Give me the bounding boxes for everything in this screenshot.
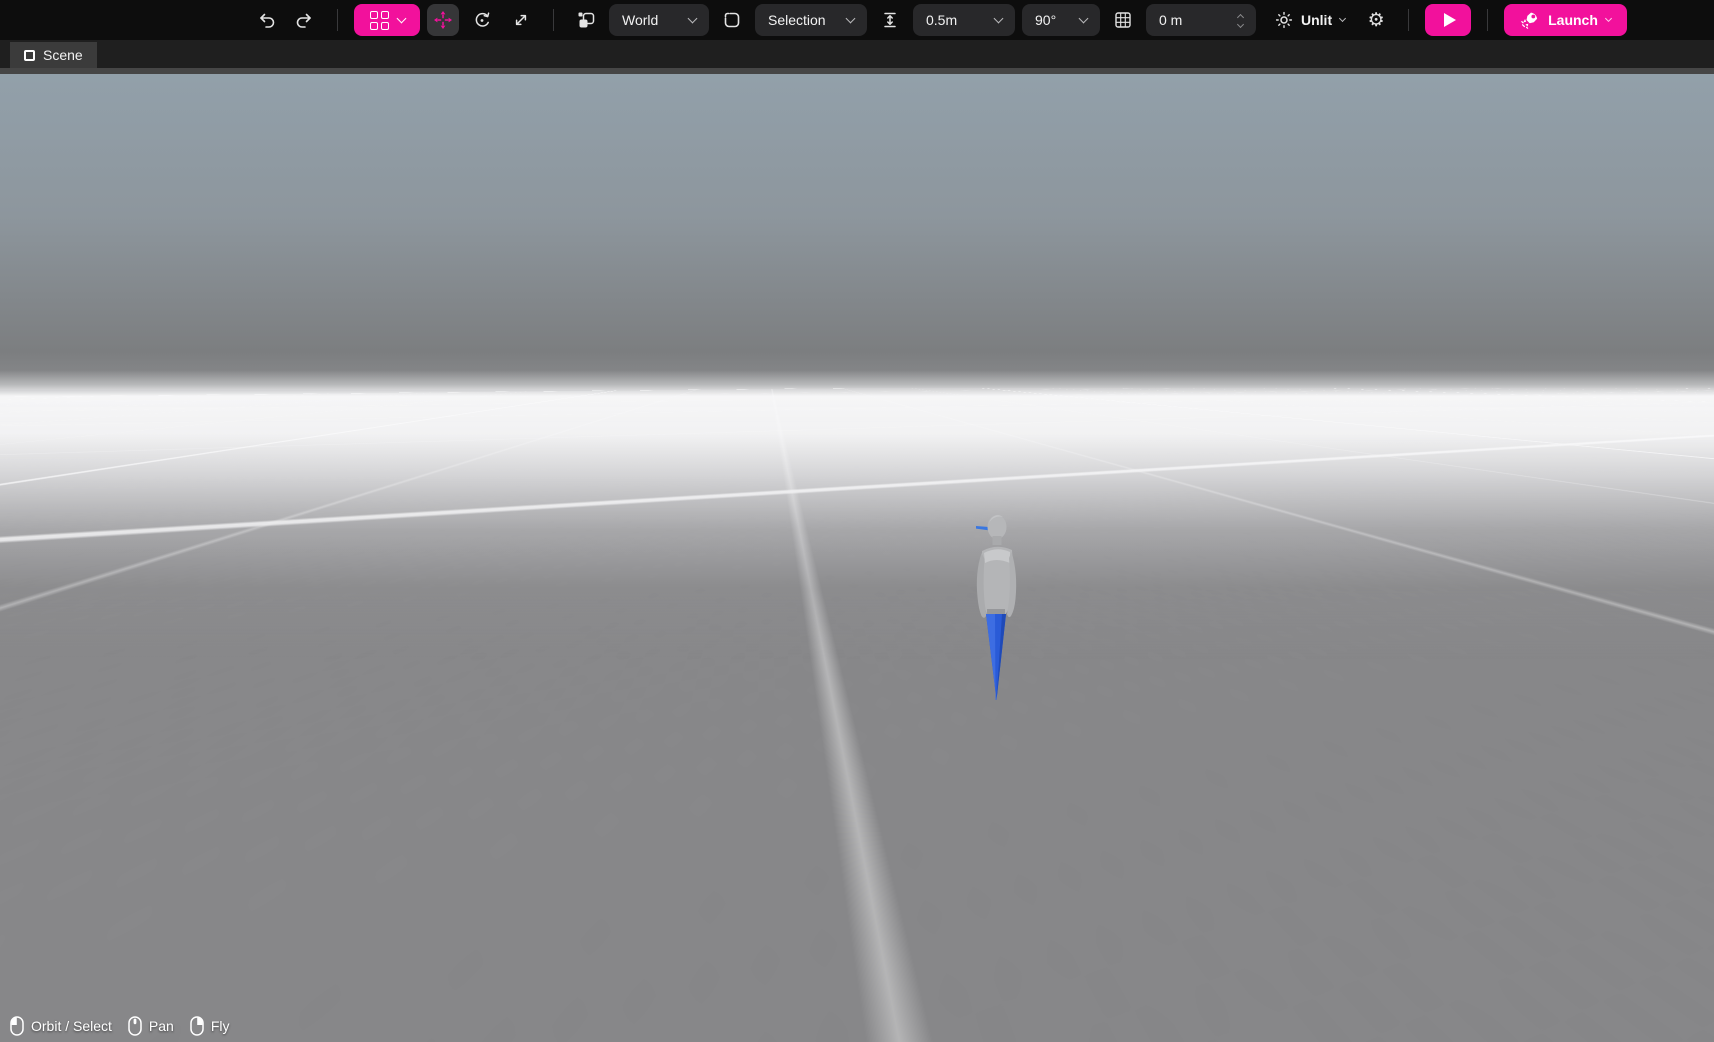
hint-fly: Fly xyxy=(190,1016,230,1036)
tab-scene[interactable]: Scene xyxy=(10,42,97,68)
move-tool-icon xyxy=(433,10,453,30)
launch-button[interactable]: Launch xyxy=(1504,4,1627,36)
snap-settings-button[interactable] xyxy=(354,4,420,36)
translate-snap-icon xyxy=(881,11,899,29)
play-icon xyxy=(1444,13,1456,27)
viewport-sky xyxy=(0,74,1714,390)
tab-bar: Scene xyxy=(0,40,1714,68)
pivot-dropdown[interactable]: Selection xyxy=(755,4,867,36)
hint-label: Orbit / Select xyxy=(31,1018,112,1034)
scene-tab-icon xyxy=(24,50,35,61)
character-model[interactable] xyxy=(966,511,1024,707)
stepper-arrows xyxy=(1238,13,1243,27)
pivot-mode-button[interactable] xyxy=(716,4,748,36)
viewport-controls-hints: Orbit / Select Pan Fly xyxy=(10,1016,230,1036)
chevron-down-icon xyxy=(994,13,1004,23)
chevron-down-icon xyxy=(688,13,698,23)
gear-icon: ⚙ xyxy=(1368,11,1385,30)
pivot-icon xyxy=(723,11,741,29)
chevron-down-icon xyxy=(1079,13,1089,23)
scene-viewport[interactable]: Orbit / Select Pan Fly xyxy=(0,74,1714,1042)
toolbar-separator xyxy=(553,9,554,31)
transform-space-icon xyxy=(577,11,595,29)
toolbar-separator xyxy=(337,9,338,31)
space-dropdown-value: World xyxy=(622,12,658,28)
launch-button-label: Launch xyxy=(1548,12,1598,28)
translate-snap-dropdown[interactable]: 0.5m xyxy=(913,4,1015,36)
grid-offset-value: 0 m xyxy=(1159,12,1182,28)
middle-mouse-icon xyxy=(128,1016,142,1036)
play-button[interactable] xyxy=(1425,4,1471,36)
rotate-snap-dropdown[interactable]: 90° xyxy=(1022,4,1100,36)
viewport-ground-grid xyxy=(0,388,1714,1042)
toolbar-separator xyxy=(1487,9,1488,31)
view-mode-dropdown[interactable]: Unlit xyxy=(1267,4,1353,36)
grid-settings-button[interactable] xyxy=(1107,4,1139,36)
redo-icon xyxy=(296,11,314,29)
translate-snap-button[interactable] xyxy=(874,4,906,36)
pivot-dropdown-value: Selection xyxy=(768,12,826,28)
scene-tab-label: Scene xyxy=(43,47,83,63)
main-toolbar: World Selection xyxy=(0,0,1714,40)
move-tool-button[interactable] xyxy=(427,4,459,36)
scale-tool-button[interactable] xyxy=(505,4,537,36)
hint-label: Fly xyxy=(211,1018,230,1034)
chevron-down-icon xyxy=(396,13,406,23)
snap-grid-icon xyxy=(370,11,389,30)
hint-pan: Pan xyxy=(128,1016,174,1036)
translate-snap-value: 0.5m xyxy=(926,12,957,28)
rotate-tool-button[interactable] xyxy=(466,4,498,36)
rotate-tool-icon xyxy=(473,11,491,29)
toolbar-separator xyxy=(1408,9,1409,31)
redo-button[interactable] xyxy=(289,4,321,36)
chevron-down-icon xyxy=(1237,21,1244,28)
chevron-down-icon xyxy=(1605,14,1612,21)
right-mouse-icon xyxy=(190,1016,204,1036)
chevron-down-icon xyxy=(1339,14,1346,21)
undo-button[interactable] xyxy=(250,4,282,36)
left-mouse-icon xyxy=(10,1016,24,1036)
undo-icon xyxy=(257,11,275,29)
chevron-down-icon xyxy=(846,13,856,23)
rotate-snap-value: 90° xyxy=(1035,12,1056,28)
settings-button[interactable]: ⚙ xyxy=(1360,4,1392,36)
view-mode-value: Unlit xyxy=(1301,12,1332,28)
grid-offset-stepper[interactable]: 0 m xyxy=(1146,4,1256,36)
hint-label: Pan xyxy=(149,1018,174,1034)
editor-window: World Selection xyxy=(0,0,1714,1042)
rocket-icon xyxy=(1520,10,1540,30)
brightness-icon xyxy=(1275,11,1293,29)
transform-space-button[interactable] xyxy=(570,4,602,36)
grid-icon xyxy=(1114,11,1132,29)
hint-orbit-select: Orbit / Select xyxy=(10,1016,112,1036)
scale-tool-icon xyxy=(512,11,530,29)
space-dropdown[interactable]: World xyxy=(609,4,709,36)
